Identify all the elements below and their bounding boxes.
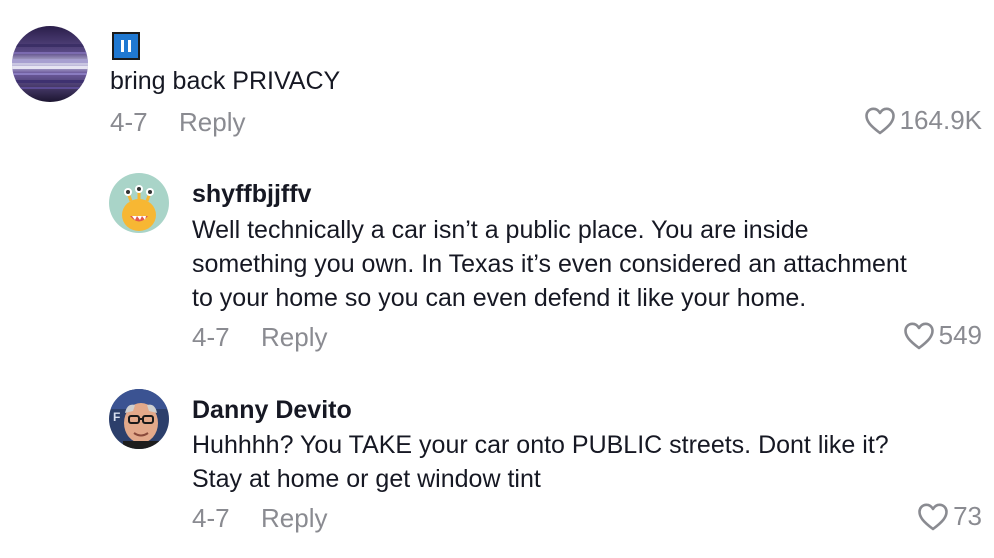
avatar-image: F — [109, 389, 169, 449]
comment-date: 4-7 — [110, 107, 148, 137]
comment-text: Huhhhh? You TAKE your car onto PUBLIC st… — [192, 428, 889, 496]
comment-text-line: something you own. In Texas it’s even co… — [192, 250, 907, 278]
comment-username[interactable]: Danny Devito — [192, 396, 352, 425]
heart-icon — [864, 107, 895, 134]
pause-emoji-icon — [112, 32, 140, 60]
comment-text-line: Stay at home or get window tint — [192, 465, 541, 493]
avatar-image — [12, 26, 88, 102]
reply-button[interactable]: Reply — [261, 322, 327, 353]
comment-username[interactable]: shyffbjjffv — [192, 180, 311, 209]
comment-text: Well technically a car isn’t a public pl… — [192, 213, 907, 315]
comment-date: 4-7 — [192, 322, 230, 352]
avatar-image — [109, 173, 169, 233]
comment-thread: bring back PRIVACY 4-7 Reply 164.9K shyf… — [0, 0, 994, 558]
comment-text-line: Huhhhh? You TAKE your car onto PUBLIC st… — [192, 431, 889, 459]
avatar[interactable] — [12, 26, 88, 102]
svg-text:F: F — [113, 410, 120, 424]
avatar[interactable]: F — [109, 389, 169, 449]
heart-icon — [903, 322, 934, 349]
reply-button[interactable]: Reply — [261, 503, 327, 534]
like-button[interactable]: 73 — [917, 501, 982, 532]
reply-button[interactable]: Reply — [179, 107, 245, 138]
avatar[interactable] — [109, 173, 169, 233]
comment-text-line: to your home so you can even defend it l… — [192, 284, 807, 312]
comment-text-line: Well technically a car isn’t a public pl… — [192, 216, 809, 244]
comment-date: 4-7 — [192, 503, 230, 533]
like-count: 549 — [938, 320, 982, 350]
comment-text: bring back PRIVACY — [110, 67, 341, 95]
like-button[interactable]: 164.9K — [864, 105, 982, 136]
like-count: 73 — [953, 501, 982, 531]
like-button[interactable]: 549 — [903, 320, 982, 351]
heart-icon — [918, 503, 948, 530]
like-count: 164.9K — [899, 105, 982, 135]
